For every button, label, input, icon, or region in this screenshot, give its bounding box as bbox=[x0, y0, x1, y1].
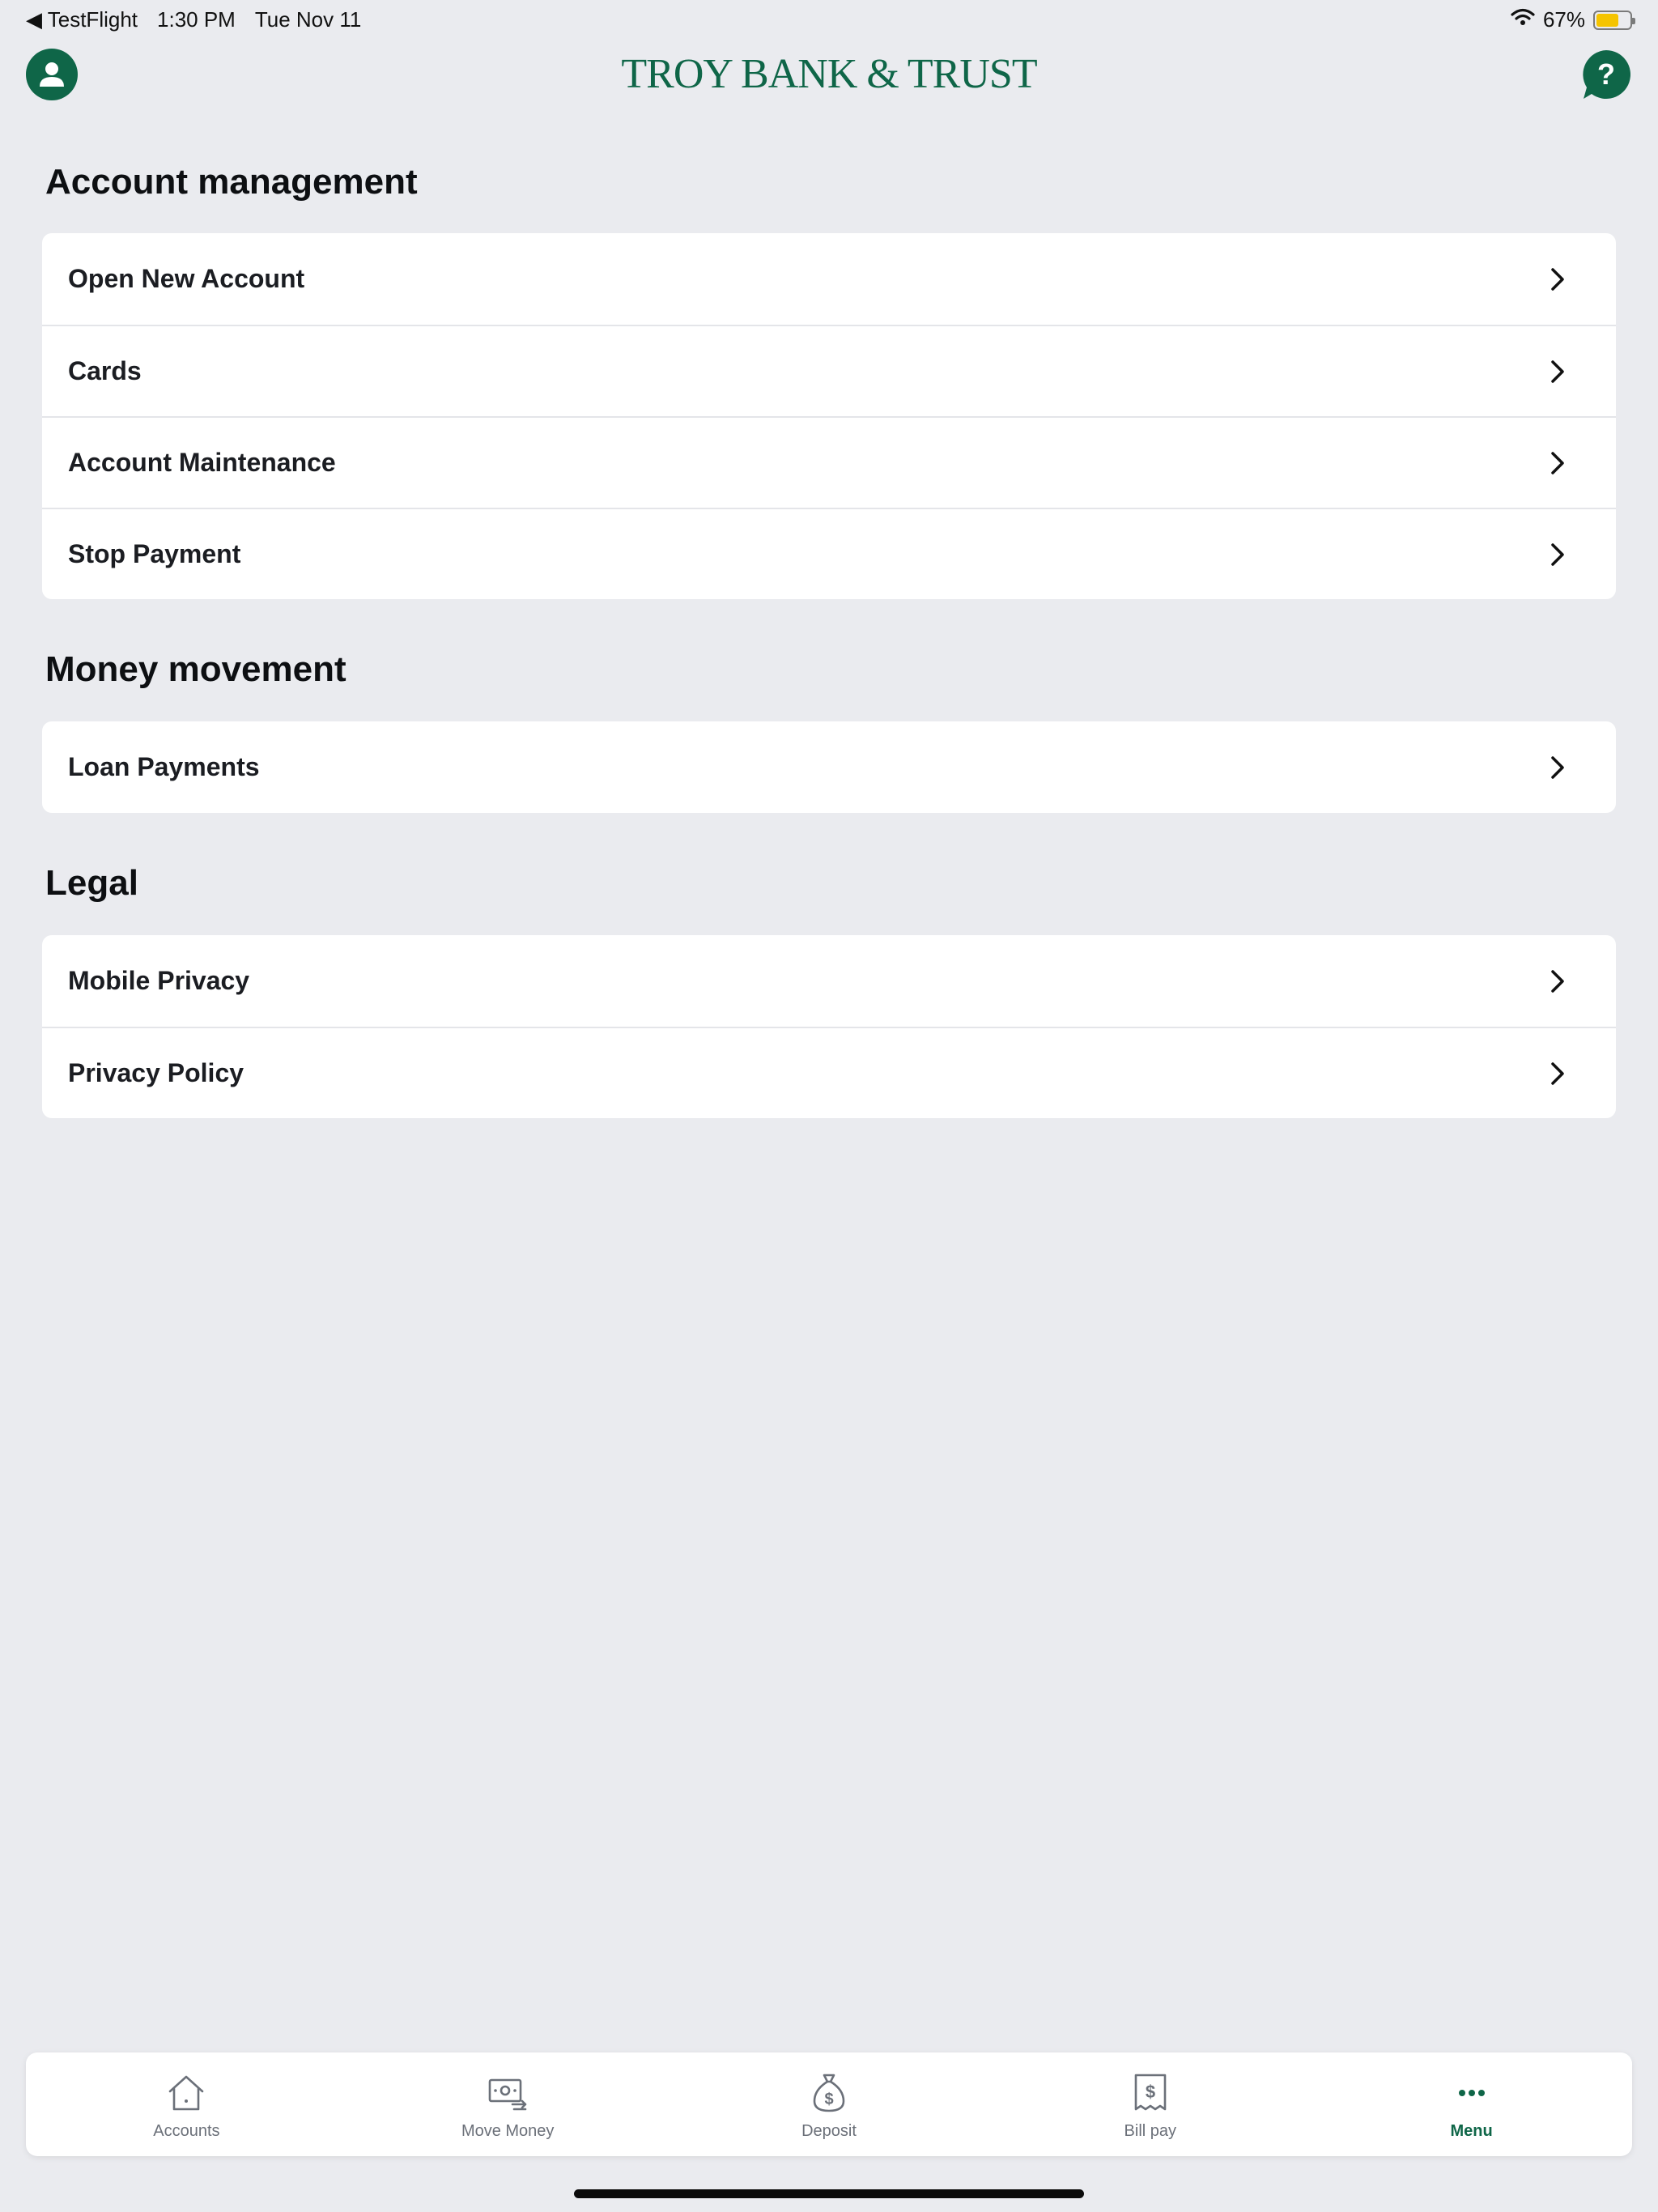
menu-item-open-new-account[interactable]: Open New Account bbox=[42, 233, 1616, 325]
battery-level bbox=[1596, 13, 1618, 27]
menu-item-label: Stop Payment bbox=[68, 539, 241, 568]
menu-item-stop-payment[interactable]: Stop Payment bbox=[42, 508, 1616, 599]
section-title-money-movement: Money movement bbox=[45, 649, 346, 689]
status-date: Tue Nov 11 bbox=[254, 7, 362, 32]
tab-bill-pay[interactable]: $ Bill pay bbox=[989, 2052, 1311, 2156]
money-bag-icon: $ bbox=[813, 2074, 845, 2112]
help-button[interactable]: ? bbox=[1580, 49, 1632, 100]
chevron-right-icon bbox=[1551, 1061, 1564, 1085]
section-title-account-management: Account management bbox=[45, 162, 418, 202]
tab-label: Menu bbox=[1450, 2122, 1493, 2140]
chevron-right-icon bbox=[1551, 755, 1564, 779]
menu-item-label: Account Maintenance bbox=[68, 448, 336, 477]
menu-item-loan-payments[interactable]: Loan Payments bbox=[42, 721, 1616, 813]
tab-move-money[interactable]: Move Money bbox=[347, 2052, 669, 2156]
money-transfer-icon bbox=[488, 2078, 527, 2111]
tab-menu[interactable]: Menu bbox=[1311, 2052, 1632, 2156]
menu-item-label: Privacy Policy bbox=[68, 1058, 244, 1087]
battery-percent: 67% bbox=[1542, 7, 1585, 32]
account-management-card: Open New Account Cards Account Maintenan… bbox=[42, 233, 1616, 599]
menu-item-cards[interactable]: Cards bbox=[42, 325, 1616, 416]
chevron-right-icon bbox=[1551, 969, 1564, 993]
bottom-tab-bar: Accounts Move Money $ Deposit $ Bill pay bbox=[26, 2052, 1632, 2156]
money-movement-card: Loan Payments bbox=[42, 721, 1616, 813]
chevron-right-icon bbox=[1551, 451, 1564, 474]
menu-item-account-maintenance[interactable]: Account Maintenance bbox=[42, 416, 1616, 508]
tab-label: Move Money bbox=[461, 2122, 555, 2140]
menu-item-label: Loan Payments bbox=[68, 752, 260, 781]
tab-label: Bill pay bbox=[1124, 2122, 1177, 2140]
tab-label: Accounts bbox=[153, 2122, 220, 2140]
bill-icon: $ bbox=[1134, 2074, 1167, 2111]
battery-icon bbox=[1593, 10, 1635, 30]
svg-text:$: $ bbox=[1146, 2082, 1155, 2102]
svg-text:?: ? bbox=[1597, 57, 1615, 91]
menu-item-label: Open New Account bbox=[68, 264, 305, 293]
tab-deposit[interactable]: $ Deposit bbox=[669, 2052, 990, 2156]
legal-card: Mobile Privacy Privacy Policy bbox=[42, 935, 1616, 1118]
status-time: 1:30 PM bbox=[157, 7, 236, 32]
tab-label: Deposit bbox=[801, 2122, 857, 2140]
more-dots-icon bbox=[1458, 2090, 1485, 2096]
menu-item-label: Cards bbox=[68, 356, 142, 385]
home-icon bbox=[169, 2075, 204, 2111]
wifi-icon bbox=[1511, 7, 1535, 32]
bank-logo: TROY BANK & TRUST bbox=[621, 51, 1037, 97]
chevron-right-icon bbox=[1551, 542, 1564, 566]
home-indicator[interactable] bbox=[574, 2189, 1084, 2198]
section-title-legal: Legal bbox=[45, 863, 138, 903]
chevron-right-icon bbox=[1551, 359, 1564, 383]
svg-text:$: $ bbox=[824, 2091, 833, 2108]
status-bar: ◀ TestFlight 1:30 PM Tue Nov 11 67% bbox=[0, 0, 1658, 39]
back-to-app-link[interactable]: ◀ TestFlight bbox=[26, 7, 138, 32]
menu-item-privacy-policy[interactable]: Privacy Policy bbox=[42, 1027, 1616, 1118]
menu-item-mobile-privacy[interactable]: Mobile Privacy bbox=[42, 935, 1616, 1027]
question-bubble-icon: ? bbox=[1583, 50, 1630, 99]
tab-accounts[interactable]: Accounts bbox=[26, 2052, 347, 2156]
menu-item-label: Mobile Privacy bbox=[68, 966, 250, 995]
chevron-right-icon bbox=[1551, 267, 1564, 291]
